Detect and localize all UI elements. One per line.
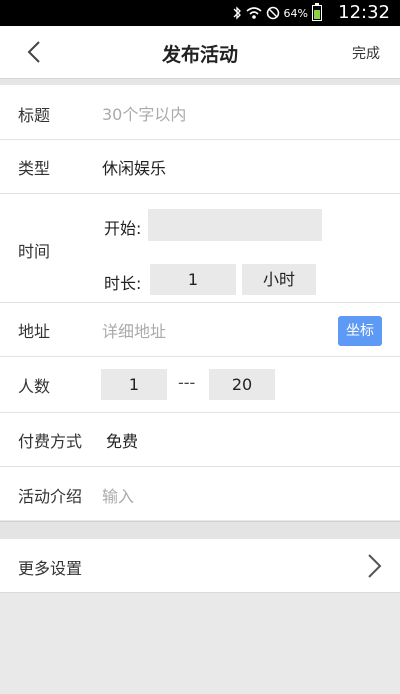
- payment-label: 付费方式: [18, 432, 83, 451]
- title-input[interactable]: 30个字以内: [102, 101, 186, 125]
- title-label: 标题: [18, 106, 51, 125]
- activity-form: 标题 30个字以内 类型 休闲娱乐 时间 开始: 时长: 1 小时 地址 详细地…: [0, 85, 400, 520]
- payment-row[interactable]: 付费方式 免费: [0, 413, 400, 467]
- address-row: 地址 详细地址 坐标: [0, 303, 400, 357]
- count-label: 人数: [18, 377, 51, 396]
- start-label: 开始:: [104, 219, 142, 238]
- done-button[interactable]: 完成: [352, 43, 380, 63]
- page-title: 发布活动: [161, 44, 238, 66]
- intro-row: 活动介绍 输入: [0, 467, 400, 520]
- type-label: 类型: [18, 159, 51, 178]
- more-settings-label: 更多设置: [18, 559, 83, 578]
- bluetooth-icon: [233, 6, 241, 20]
- min-count-field[interactable]: 1: [101, 369, 167, 400]
- max-count-field[interactable]: 20: [209, 369, 275, 400]
- intro-input[interactable]: 输入: [102, 483, 134, 507]
- coordinate-button[interactable]: 坐标: [338, 316, 382, 346]
- chevron-right-icon: [368, 554, 382, 578]
- duration-unit-select[interactable]: 小时: [242, 264, 316, 295]
- battery-percent: 64%: [283, 6, 308, 20]
- address-label: 地址: [18, 322, 51, 341]
- address-input[interactable]: 详细地址: [102, 318, 166, 342]
- start-time-field[interactable]: [148, 209, 322, 241]
- type-row[interactable]: 类型 休闲娱乐: [0, 140, 400, 194]
- payment-value[interactable]: 免费: [106, 428, 138, 452]
- do-not-disturb-icon: [266, 6, 279, 20]
- battery-icon: [312, 3, 322, 21]
- time-label: 时间: [18, 242, 51, 261]
- intro-label: 活动介绍: [18, 487, 83, 506]
- header-bar: 发布活动 完成: [0, 26, 400, 79]
- count-separator: ---: [178, 373, 196, 392]
- duration-field[interactable]: 1: [150, 264, 236, 295]
- time-row: 时间 开始: 时长: 1 小时: [0, 194, 400, 303]
- more-settings-row[interactable]: 更多设置: [0, 539, 400, 593]
- title-row: 标题 30个字以内: [0, 85, 400, 140]
- status-icons: 64%: [232, 3, 322, 22]
- wifi-icon: [246, 7, 262, 19]
- clock: 12:32: [338, 2, 390, 23]
- status-bar: 64% 12:32: [0, 0, 400, 26]
- count-row: 人数 1 --- 20: [0, 357, 400, 413]
- duration-label: 时长:: [104, 274, 142, 293]
- divider: [0, 521, 400, 540]
- type-value[interactable]: 休闲娱乐: [102, 155, 166, 179]
